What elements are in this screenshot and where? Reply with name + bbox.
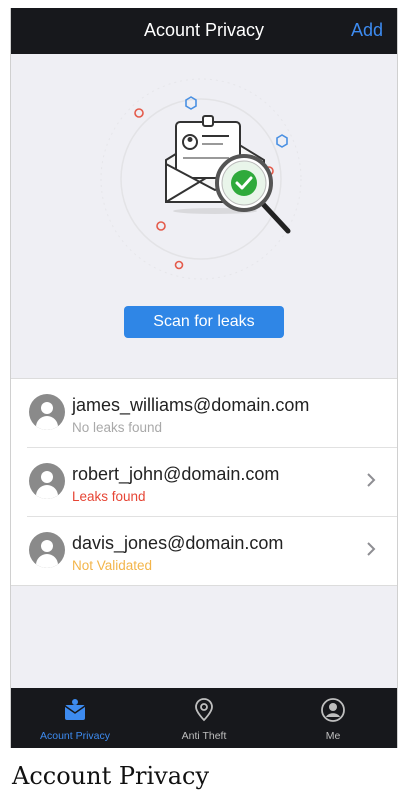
avatar-icon <box>29 394 65 430</box>
decor-hexagon <box>185 96 197 110</box>
email-scan-illustration <box>100 78 302 280</box>
tab-account-privacy[interactable]: Acount Privacy <box>11 688 139 748</box>
scan-illustration-area: Scan for leaks <box>11 54 397 354</box>
decor-dot <box>174 260 184 270</box>
check-icon <box>231 170 257 196</box>
scan-for-leaks-button[interactable]: Scan for leaks <box>124 306 284 338</box>
account-email: robert_john@domain.com <box>72 464 280 484</box>
decor-hexagon <box>276 134 288 148</box>
tab-me[interactable]: Me <box>269 688 397 748</box>
chevron-right-icon[interactable] <box>363 470 379 490</box>
account-row[interactable]: robert_john@domain.com Leaks found <box>27 447 397 516</box>
location-pin-icon <box>195 698 213 722</box>
account-status: Leaks found <box>72 489 146 504</box>
tab-label: Me <box>325 730 341 742</box>
phone-screen: Acount Privacy Add Scan for leaks james_… <box>10 8 398 748</box>
account-row[interactable]: davis_jones@domain.com Not Validated <box>27 516 397 585</box>
screen-caption: Account Privacy <box>12 762 210 790</box>
tab-bar: Acount Privacy Anti Theft Me <box>11 688 397 748</box>
avatar-icon <box>29 532 65 568</box>
account-status: Not Validated <box>72 558 153 573</box>
navigation-bar: Acount Privacy Add <box>11 8 397 54</box>
decor-dot <box>156 221 166 231</box>
tab-anti-theft[interactable]: Anti Theft <box>140 688 268 748</box>
chevron-right-icon[interactable] <box>363 539 379 559</box>
page-title: Acount Privacy <box>143 20 265 40</box>
avatar-icon <box>29 463 65 499</box>
user-circle-icon <box>321 698 345 722</box>
account-status: No leaks found <box>72 420 163 435</box>
decor-dot <box>134 108 144 118</box>
tab-label: Anti Theft <box>181 730 227 742</box>
account-email: davis_jones@domain.com <box>72 533 284 553</box>
account-row[interactable]: james_williams@domain.com No leaks found <box>11 379 397 447</box>
account-email: james_williams@domain.com <box>72 395 310 415</box>
privacy-icon <box>64 699 86 720</box>
account-list: james_williams@domain.com No leaks found… <box>11 378 397 586</box>
tab-label: Acount Privacy <box>39 730 111 742</box>
add-button[interactable]: Add <box>351 20 383 41</box>
